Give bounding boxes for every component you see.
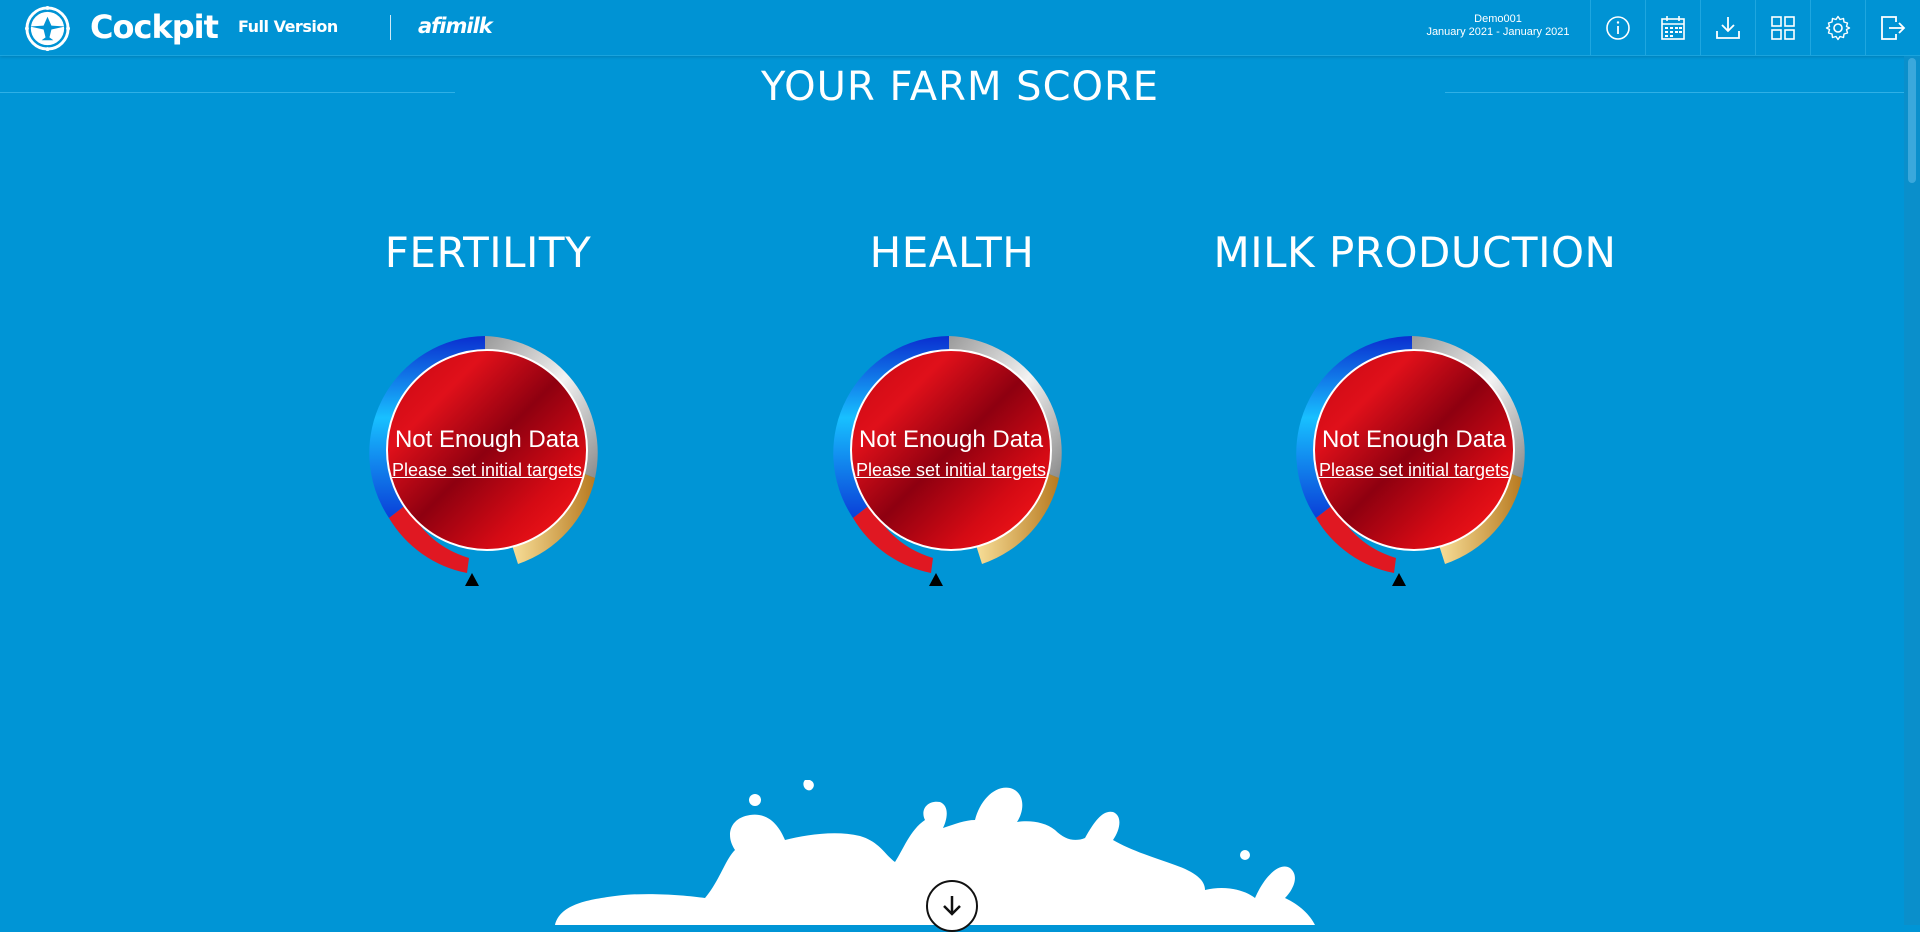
scroll-down-button[interactable] [926,880,978,932]
settings-button[interactable] [1810,0,1865,55]
score-card-health: HEALTH Not Enough Data Please set initia… [722,225,1182,588]
score-gauge: Not Enough Data Please set initial targe… [827,328,1077,588]
score-gauge: Not Enough Data Please set initial targe… [363,328,613,588]
title-rule-left [0,92,455,93]
status-text: Not Enough Data [1321,425,1507,453]
gauge-pointer-icon [465,573,479,586]
info-icon [1606,15,1630,40]
info-button[interactable] [1590,0,1645,55]
scrollbar-thumb[interactable] [1908,58,1916,183]
status-text: Not Enough Data [394,425,580,453]
download-icon [1716,16,1740,39]
card-title: FERTILITY [384,228,592,277]
download-button[interactable] [1700,0,1755,55]
app-title: Cockpit [90,8,219,46]
calendar-icon [1661,15,1685,40]
calendar-button[interactable] [1645,0,1700,55]
grid-icon [1771,15,1795,40]
card-title: HEALTH [869,228,1035,277]
page-title: YOUR FARM SCORE [760,64,1160,110]
scrollbar-track[interactable] [1904,56,1920,925]
gauge-pointer-icon [929,573,943,586]
farm-info: Demo001 January 2021 - January 2021 [1420,13,1576,39]
score-card-milk-production: MILK PRODUCTION Not Enough Data Please s… [1185,225,1645,588]
set-targets-link[interactable]: Please set initial targets [1319,460,1509,481]
version-label: Full Version [238,17,338,36]
score-card-fertility: FERTILITY Not Enough Data Please set ini… [258,225,718,588]
gauge-face: Not Enough Data Please set initial targe… [850,349,1052,551]
gauge-pointer-icon [1392,573,1406,586]
card-title: MILK PRODUCTION [1213,228,1617,277]
set-targets-link[interactable]: Please set initial targets [856,460,1046,481]
logout-button[interactable] [1865,0,1920,55]
cockpit-logo-icon [24,5,71,52]
title-rule-right [1445,92,1905,93]
arrow-down-icon [943,896,961,916]
brand-logo: afimilk [418,14,493,38]
status-text: Not Enough Data [858,425,1044,453]
date-range: January 2021 - January 2021 [1426,26,1570,38]
set-targets-link[interactable]: Please set initial targets [392,460,582,481]
gear-icon [1825,15,1851,40]
header-divider [390,15,391,40]
score-gauge: Not Enough Data Please set initial targe… [1290,328,1540,588]
farm-name: Demo001 [1474,13,1522,25]
gauge-face: Not Enough Data Please set initial targe… [1313,349,1515,551]
top-bar: Cockpit Full Version afimilk Demo001 Jan… [0,0,1920,56]
gauge-face: Not Enough Data Please set initial targe… [386,349,588,551]
layout-button[interactable] [1755,0,1810,55]
logout-icon [1881,15,1906,40]
